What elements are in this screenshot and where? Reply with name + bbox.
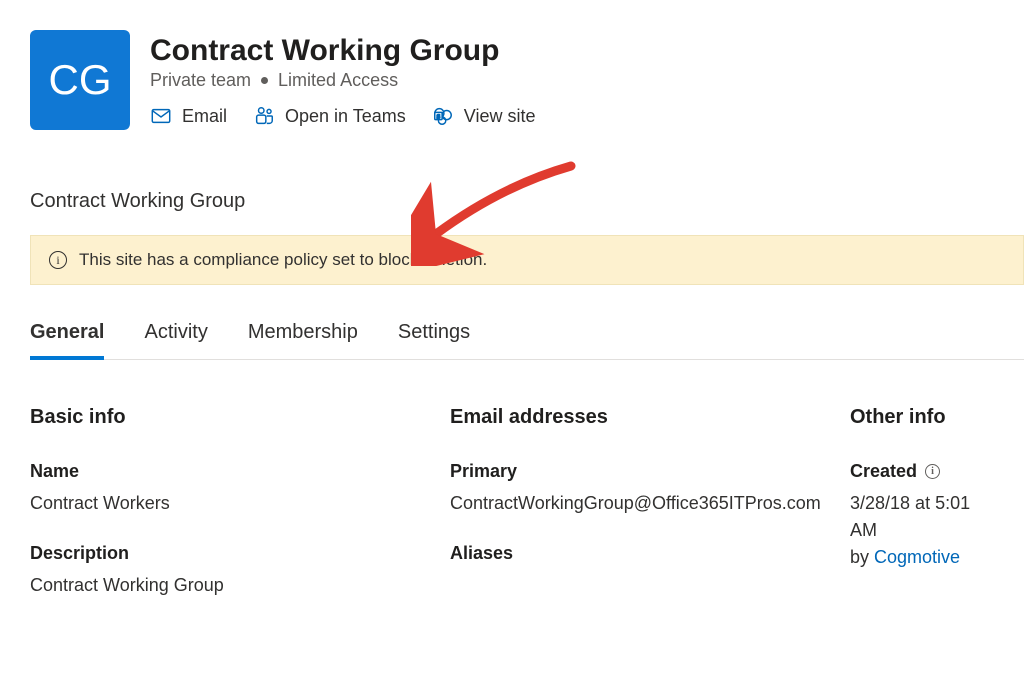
- email-action-label: Email: [182, 106, 227, 127]
- view-site-label: View site: [464, 106, 536, 127]
- name-label: Name: [30, 461, 430, 482]
- tab-bar: General Activity Membership Settings: [30, 321, 1024, 360]
- info-icon[interactable]: i: [925, 464, 940, 479]
- aliases-label: Aliases: [450, 543, 830, 564]
- created-label: Created i: [850, 461, 994, 482]
- group-title: Contract Working Group: [150, 34, 535, 68]
- privacy-label: Private team: [150, 70, 251, 91]
- svg-text:S: S: [436, 113, 440, 120]
- open-in-teams-label: Open in Teams: [285, 106, 406, 127]
- primary-email-label: Primary: [450, 461, 830, 482]
- group-avatar: CG: [30, 30, 130, 130]
- teams-icon: [253, 105, 275, 127]
- sharepoint-icon: S: [432, 105, 454, 127]
- tab-membership[interactable]: Membership: [248, 321, 358, 359]
- separator-dot: [261, 77, 268, 84]
- name-value: Contract Workers: [30, 490, 430, 517]
- open-in-teams-action[interactable]: Open in Teams: [253, 105, 406, 127]
- primary-email-value: ContractWorkingGroup@Office365ITPros.com: [450, 490, 830, 517]
- description-value: Contract Working Group: [30, 572, 430, 599]
- access-label: Limited Access: [278, 70, 398, 91]
- basic-info-heading: Basic info: [30, 406, 430, 429]
- tab-activity[interactable]: Activity: [144, 321, 207, 359]
- view-site-action[interactable]: S View site: [432, 105, 536, 127]
- page-subheading: Contract Working Group: [30, 190, 994, 213]
- tab-general[interactable]: General: [30, 321, 104, 360]
- compliance-notice-text: This site has a compliance policy set to…: [79, 250, 487, 270]
- email-action[interactable]: Email: [150, 105, 227, 127]
- created-by-link[interactable]: Cogmotive: [874, 547, 960, 567]
- compliance-notice: i This site has a compliance policy set …: [30, 235, 1024, 285]
- mail-icon: [150, 105, 172, 127]
- description-label: Description: [30, 543, 430, 564]
- info-icon: i: [49, 251, 67, 269]
- created-value: 3/28/18 at 5:01 AM by Cogmotive: [850, 490, 994, 571]
- tab-settings[interactable]: Settings: [398, 321, 470, 359]
- email-addresses-heading: Email addresses: [450, 406, 830, 429]
- other-info-heading: Other info: [850, 406, 994, 429]
